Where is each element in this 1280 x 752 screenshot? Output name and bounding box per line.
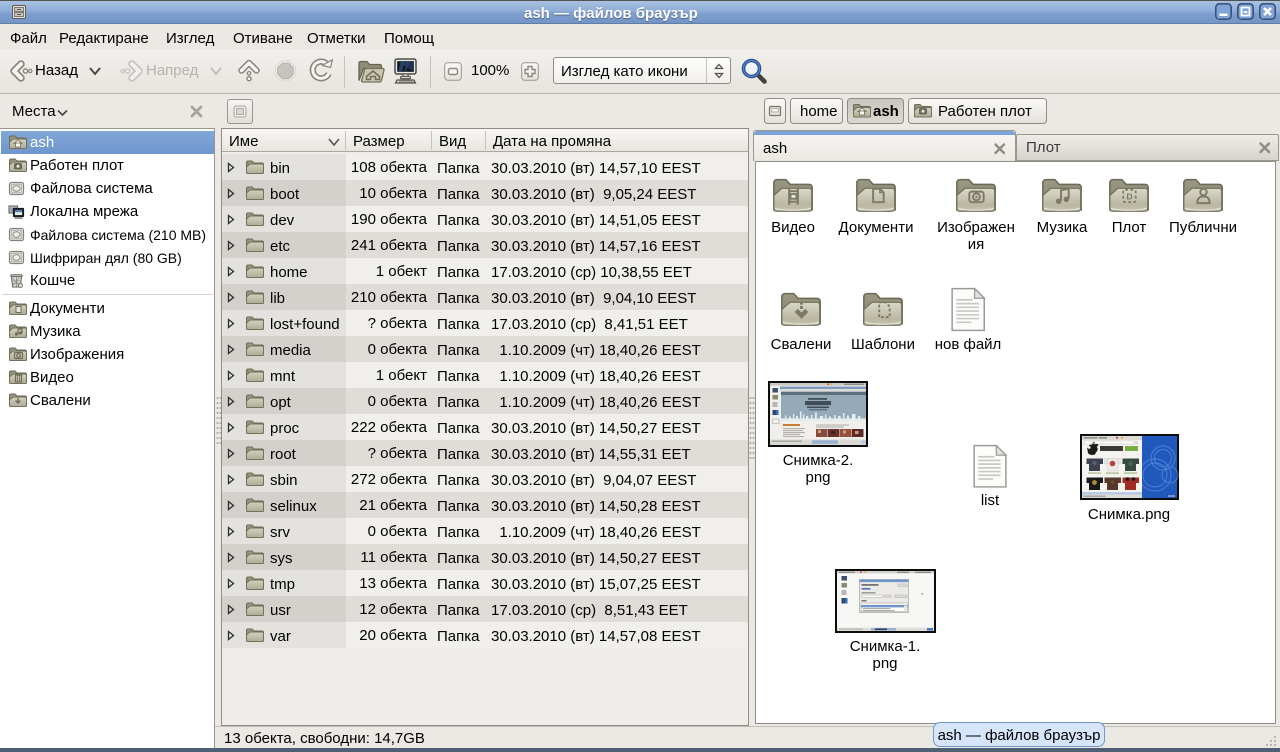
svg-text:D: D	[1126, 191, 1132, 201]
